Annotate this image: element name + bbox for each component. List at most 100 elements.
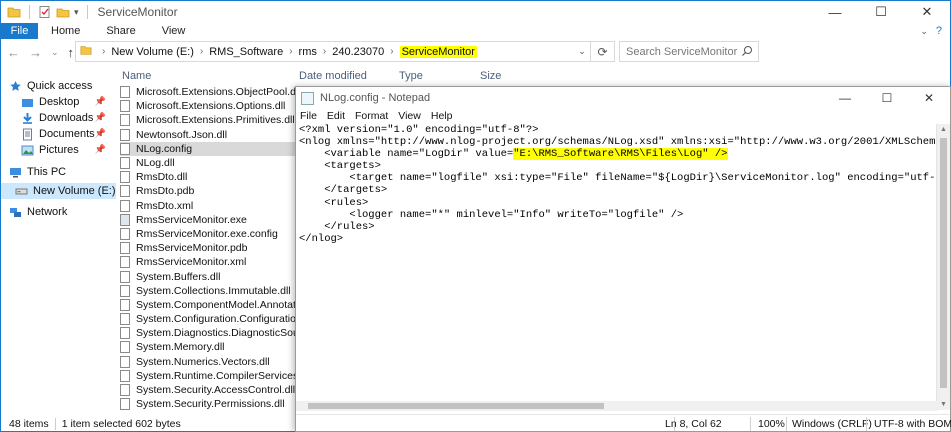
nav-new-volume[interactable]: New Volume (E:)	[1, 183, 116, 199]
nav-network[interactable]: Network	[1, 204, 116, 220]
vertical-scrollbar[interactable]: ▲ ▼	[936, 124, 950, 410]
file-name: NLog.config	[136, 142, 193, 155]
divider	[54, 418, 56, 430]
code-line: <targets>	[299, 160, 381, 173]
menu-file[interactable]: File	[300, 110, 317, 122]
nav-desktop[interactable]: Desktop 📌	[1, 94, 116, 110]
scroll-thumb[interactable]	[940, 138, 947, 388]
zoom-level: 100%	[758, 418, 785, 430]
chevron-right-icon[interactable]: ›	[102, 46, 105, 57]
chevron-right-icon[interactable]: ›	[323, 46, 326, 57]
qat-dropdown-icon[interactable]: ▾	[74, 7, 79, 18]
file-row[interactable]: System.Diagnostics.DiagnosticSource.dll	[120, 326, 296, 340]
scroll-up-icon[interactable]: ▲	[940, 126, 947, 133]
new-folder-icon[interactable]	[56, 5, 70, 19]
menu-format[interactable]: Format	[355, 110, 388, 122]
file-icon	[120, 298, 130, 311]
file-row[interactable]: RmsDto.dll	[120, 170, 296, 184]
menu-view[interactable]: View	[398, 110, 421, 122]
maximize-button[interactable]: ☐	[858, 1, 904, 23]
pin-icon[interactable]: 📌	[95, 128, 106, 139]
horizontal-scrollbar[interactable]	[296, 401, 938, 411]
file-row[interactable]: System.Security.AccessControl.dll	[120, 383, 296, 397]
breadcrumb-servicemonitor[interactable]: ServiceMonitor	[399, 45, 477, 58]
search-input[interactable]: Search ServiceMonitor	[619, 41, 759, 62]
help-icon[interactable]: ?	[936, 25, 942, 37]
nav-pictures[interactable]: Pictures 📌	[1, 142, 116, 158]
file-name: RmsServiceMonitor.pdb	[136, 242, 248, 255]
file-icon	[120, 355, 130, 368]
up-arrow-icon[interactable]: ↑	[68, 45, 75, 60]
pin-icon[interactable]: 📌	[95, 112, 106, 123]
back-arrow-icon[interactable]: ←	[7, 45, 20, 60]
column-header-type[interactable]: Type	[399, 70, 423, 82]
file-row[interactable]: RmsServiceMonitor.exe	[120, 213, 296, 227]
tab-file[interactable]: File	[1, 23, 38, 39]
recent-locations-icon[interactable]: ⌄	[51, 47, 59, 58]
tab-share[interactable]: Share	[93, 23, 148, 39]
file-row[interactable]: System.Memory.dll	[120, 340, 296, 354]
scroll-thumb[interactable]	[308, 403, 604, 409]
file-row[interactable]: Microsoft.Extensions.Primitives.dll	[120, 113, 296, 127]
file-row[interactable]: System.Security.Permissions.dll	[120, 397, 296, 411]
file-row[interactable]: System.ComponentModel.Annotations.dll	[120, 298, 296, 312]
scroll-down-icon[interactable]: ▼	[940, 401, 947, 408]
network-icon	[9, 206, 22, 219]
file-row[interactable]: RmsServiceMonitor.xml	[120, 255, 296, 269]
tab-home[interactable]: Home	[38, 23, 93, 39]
file-row[interactable]: NLog.config	[120, 141, 296, 156]
notepad-editor[interactable]: <?xml version="1.0" encoding="utf-8"?> <n…	[296, 124, 938, 401]
minimize-button[interactable]: —	[824, 87, 866, 109]
chevron-right-icon[interactable]: ›	[390, 46, 393, 57]
file-row[interactable]: System.Buffers.dll	[120, 269, 296, 283]
file-name: System.Runtime.CompilerServices.Unsaf...	[136, 369, 296, 382]
file-row[interactable]: Newtonsoft.Json.dll	[120, 128, 296, 142]
refresh-icon[interactable]: ⟳	[590, 42, 614, 61]
properties-icon[interactable]	[38, 5, 52, 19]
breadcrumb-new-volume[interactable]: New Volume (E:)	[111, 46, 194, 58]
expand-ribbon-icon[interactable]: ⌄	[920, 26, 928, 37]
file-row[interactable]: System.Numerics.Vectors.dll	[120, 355, 296, 369]
computer-icon	[9, 166, 22, 179]
file-icon	[120, 199, 130, 212]
cursor-position: Ln 8, Col 62	[665, 418, 722, 430]
explorer-titlebar: ▾ ServiceMonitor — ☐ ✕	[1, 1, 950, 23]
file-row[interactable]: NLog.dll	[120, 156, 296, 170]
menu-edit[interactable]: Edit	[327, 110, 345, 122]
address-bar[interactable]: › New Volume (E:) › RMS_Software › rms ›…	[75, 41, 615, 62]
chevron-right-icon[interactable]: ›	[200, 46, 203, 57]
pin-icon[interactable]: 📌	[95, 144, 106, 155]
minimize-button[interactable]: —	[812, 1, 858, 23]
file-row[interactable]: RmsServiceMonitor.pdb	[120, 241, 296, 255]
nav-downloads[interactable]: Downloads 📌	[1, 110, 116, 126]
notepad-statusbar: Ln 8, Col 62 100% Windows (CRLF) UTF-8 w…	[296, 414, 951, 432]
chevron-right-icon[interactable]: ›	[289, 46, 292, 57]
column-header-size[interactable]: Size	[480, 70, 501, 82]
close-button[interactable]: ✕	[904, 1, 950, 23]
chevron-down-icon[interactable]: ⌄	[574, 46, 590, 57]
menu-help[interactable]: Help	[431, 110, 453, 122]
pin-icon[interactable]: 📌	[95, 96, 106, 107]
file-row[interactable]: System.Configuration.ConfigurationMan...	[120, 312, 296, 326]
column-header-name[interactable]: Name	[122, 70, 151, 82]
file-row[interactable]: Microsoft.Extensions.ObjectPool.dll	[120, 85, 296, 99]
file-row[interactable]: RmsServiceMonitor.exe.config	[120, 227, 296, 241]
file-row[interactable]: RmsDto.xml	[120, 199, 296, 213]
divider	[786, 417, 787, 431]
close-button[interactable]: ✕	[908, 87, 950, 109]
maximize-button[interactable]: ☐	[866, 87, 908, 109]
file-icon	[120, 398, 130, 411]
breadcrumb-rms-software[interactable]: RMS_Software	[209, 46, 283, 58]
breadcrumb-rms[interactable]: rms	[299, 46, 317, 58]
nav-this-pc[interactable]: This PC	[1, 164, 116, 180]
nav-documents[interactable]: Documents 📌	[1, 126, 116, 142]
breadcrumb-version[interactable]: 240.23070	[332, 46, 384, 58]
forward-arrow-icon[interactable]: →	[29, 45, 42, 60]
column-header-date[interactable]: Date modified	[299, 70, 367, 82]
file-row[interactable]: Microsoft.Extensions.Options.dll	[120, 99, 296, 113]
nav-quick-access[interactable]: Quick access	[1, 78, 116, 94]
file-row[interactable]: RmsDto.pdb	[120, 184, 296, 198]
file-row[interactable]: System.Runtime.CompilerServices.Unsaf...	[120, 369, 296, 383]
file-row[interactable]: System.Collections.Immutable.dll	[120, 284, 296, 298]
tab-view[interactable]: View	[149, 23, 199, 39]
